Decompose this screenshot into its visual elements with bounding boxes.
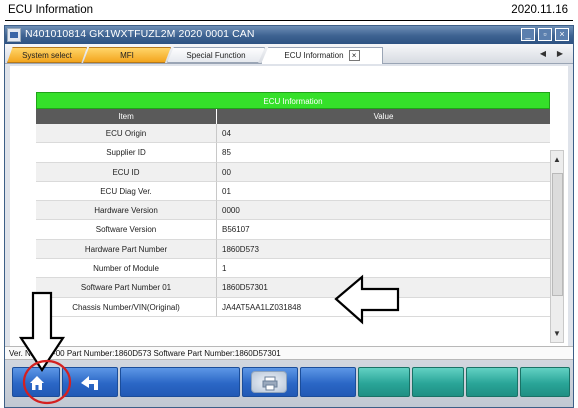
table-row: ECU Origin 04 xyxy=(36,124,550,144)
tab-bar: System select MFI Special Function ECU I… xyxy=(5,44,573,64)
column-header-value: Value xyxy=(373,112,394,121)
tab-scroll-left-icon[interactable]: ◀ xyxy=(536,47,550,61)
document-header: ECU Information 2020.11.16 xyxy=(0,0,578,22)
back-button[interactable] xyxy=(62,367,118,397)
tab-label: ECU Information xyxy=(284,51,344,60)
tab-ecu-information[interactable]: ECU Information × xyxy=(261,47,383,64)
tab-scroll-right-icon[interactable]: ▶ xyxy=(553,47,567,61)
row-value: 04 xyxy=(217,124,550,144)
tab-special-function[interactable]: Special Function xyxy=(167,47,265,63)
return-arrow-icon xyxy=(81,376,98,390)
print-icon-frame xyxy=(251,371,287,393)
row-value: 01 xyxy=(217,182,550,202)
app-icon xyxy=(7,28,21,42)
scroll-up-icon[interactable]: ▲ xyxy=(551,153,563,167)
home-button[interactable] xyxy=(12,367,60,397)
restore-button[interactable]: ▫ xyxy=(538,28,552,41)
function-button-7[interactable] xyxy=(412,367,464,397)
row-item: Software Version xyxy=(36,220,217,240)
app-window: N401010814 GK1WXTFUZL2M 2020 0001 CAN _ … xyxy=(4,25,574,408)
table-title: ECU Information xyxy=(36,92,550,109)
function-button-5[interactable] xyxy=(300,367,356,397)
row-item: Hardware Version xyxy=(36,201,217,221)
row-value: 00 xyxy=(217,163,550,182)
title-bar: N401010814 GK1WXTFUZL2M 2020 0001 CAN _ … xyxy=(5,26,573,44)
print-button[interactable] xyxy=(242,367,298,397)
table-row: Software Version B56107 xyxy=(36,220,550,240)
column-header-item: Item xyxy=(36,109,217,124)
row-value: 0000 xyxy=(217,201,550,221)
table-row: ECU ID 00 xyxy=(36,162,550,182)
tab-mfi[interactable]: MFI xyxy=(83,47,171,63)
tab-close-icon[interactable]: × xyxy=(348,50,360,62)
table-scrollbar[interactable]: ▲ ▼ xyxy=(550,150,564,343)
tab-label: System select xyxy=(22,51,72,60)
function-button-8[interactable] xyxy=(466,367,518,397)
table-row: ECU Diag Ver. 01 xyxy=(36,181,550,202)
scroll-down-icon[interactable]: ▼ xyxy=(551,327,563,341)
row-item: Hardware Part Number xyxy=(36,239,217,260)
table-row: Hardware Part Number 1860D573 xyxy=(36,239,550,260)
home-icon xyxy=(30,376,44,390)
table-header: Item Value xyxy=(36,109,550,124)
document-title: ECU Information xyxy=(8,4,94,16)
function-button-9[interactable] xyxy=(520,367,570,397)
print-icon xyxy=(262,376,278,391)
row-item: Supplier ID xyxy=(36,143,217,163)
table-body[interactable]: ECU Origin 04 Supplier ID 85 ECU ID 00 ECU … xyxy=(36,124,550,317)
row-value: B56107 xyxy=(217,220,550,240)
row-item: Software Part Number 01 xyxy=(36,278,217,298)
function-button-3[interactable] xyxy=(120,367,240,397)
window-title: N401010814 GK1WXTFUZL2M 2020 0001 CAN xyxy=(25,28,255,40)
row-item: ECU Origin xyxy=(36,124,217,144)
row-value: 1860D573 xyxy=(217,240,550,260)
row-value: 85 xyxy=(217,143,550,163)
table-row: Hardware Version 0000 xyxy=(36,201,550,221)
row-value: 1 xyxy=(217,259,550,279)
row-item: Chassis Number/VIN(Original) xyxy=(36,297,217,317)
table-row: Chassis Number/VIN(Original) JA4AT5AA1LZ0… xyxy=(36,297,550,317)
ecu-info-table: ECU Information Item Value ECU Origin 04 … xyxy=(36,92,550,317)
table-row: Number of Module 1 xyxy=(36,259,550,279)
table-row: Software Part Number 01 1860D57301 xyxy=(36,278,550,298)
tab-system-select[interactable]: System select xyxy=(7,47,87,63)
close-window-button[interactable]: × xyxy=(555,28,569,41)
function-button-bar xyxy=(5,360,573,407)
main-content: ECU Information Item Value ECU Origin 04 … xyxy=(10,66,568,346)
minimize-button[interactable]: _ xyxy=(521,28,535,41)
function-button-6[interactable] xyxy=(358,367,410,397)
tab-label: Special Function xyxy=(186,51,246,60)
row-item: Number of Module xyxy=(36,259,217,279)
table-row: Supplier ID 85 xyxy=(36,143,550,163)
scroll-thumb[interactable] xyxy=(552,173,563,296)
header-divider xyxy=(5,20,573,21)
row-item: ECU ID xyxy=(36,162,217,182)
row-value: 1860D57301 xyxy=(217,278,550,298)
row-item: ECU Diag Ver. xyxy=(36,181,217,202)
row-value: JA4AT5AA1LZ031848 xyxy=(217,298,550,317)
tab-label: MFI xyxy=(120,51,134,60)
document-date: 2020.11.16 xyxy=(511,4,568,16)
status-bar: Ver. N20071-00 Part Number:1860D573 Soft… xyxy=(5,346,573,360)
